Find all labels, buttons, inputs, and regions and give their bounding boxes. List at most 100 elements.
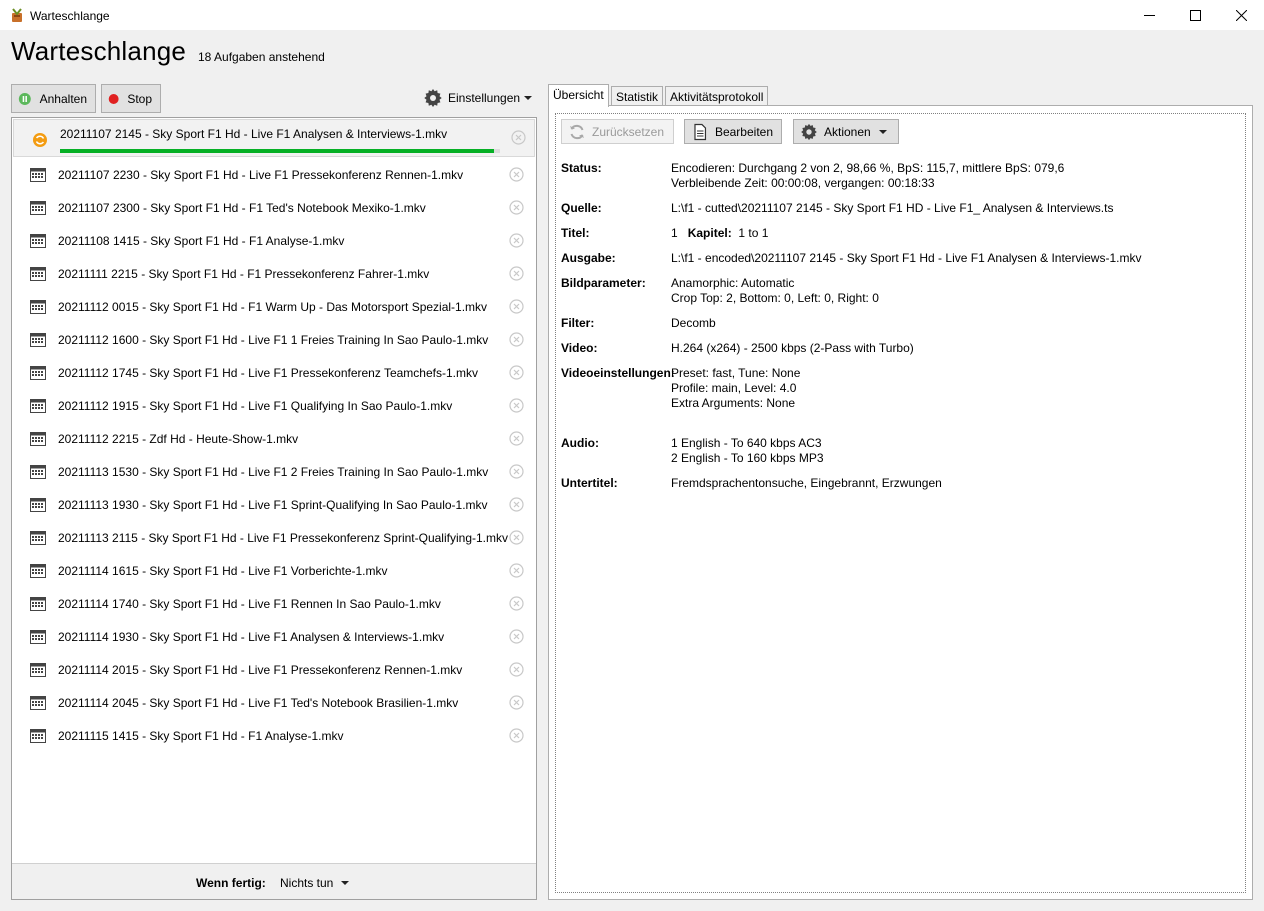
close-icon bbox=[1235, 10, 1247, 21]
queue-item[interactable]: 20211108 1415 - Sky Sport F1 Hd - F1 Ana… bbox=[12, 224, 536, 257]
queue-item-name: 20211113 1530 - Sky Sport F1 Hd - Live F… bbox=[58, 465, 489, 479]
remove-job-icon[interactable] bbox=[509, 398, 524, 413]
waiting-job-icon bbox=[30, 432, 46, 446]
queue-item[interactable]: 20211113 1930 - Sky Sport F1 Hd - Live F… bbox=[12, 488, 536, 521]
filter-value: Decomb bbox=[671, 316, 716, 330]
waiting-job-icon bbox=[30, 267, 46, 281]
queue-item[interactable]: 20211107 2300 - Sky Sport F1 Hd - F1 Ted… bbox=[12, 191, 536, 224]
picture-line-1: Anamorphic: Automatic bbox=[671, 276, 795, 290]
settings-dropdown[interactable]: Einstellungen bbox=[423, 88, 533, 108]
remove-job-icon[interactable] bbox=[509, 299, 524, 314]
subtitle-label: Untertitel: bbox=[561, 476, 618, 490]
waiting-job-icon bbox=[30, 465, 46, 479]
waiting-job-icon bbox=[30, 729, 46, 743]
tab-activity-log[interactable]: Aktivitätsprotokoll bbox=[665, 86, 769, 106]
when-done-dropdown[interactable]: Nichts tun bbox=[280, 876, 350, 890]
remove-job-icon[interactable] bbox=[509, 200, 524, 215]
video-settings-label: Videoeinstellungen: bbox=[561, 366, 675, 380]
status-label: Status: bbox=[561, 161, 602, 175]
queue-item[interactable]: 20211112 0015 - Sky Sport F1 Hd - F1 War… bbox=[12, 290, 536, 323]
waiting-job-icon bbox=[30, 201, 46, 215]
queue-item[interactable]: 20211112 1745 - Sky Sport F1 Hd - Live F… bbox=[12, 356, 536, 389]
remove-job-icon[interactable] bbox=[509, 596, 524, 611]
queue-item[interactable]: 20211115 1415 - Sky Sport F1 Hd - F1 Ana… bbox=[12, 719, 536, 752]
audio-line-2: 2 English - To 160 kbps MP3 bbox=[671, 451, 824, 465]
queue-item-name: 20211112 1915 - Sky Sport F1 Hd - Live F… bbox=[58, 399, 453, 413]
when-done-label: Wenn fertig: bbox=[196, 876, 266, 890]
remove-job-icon[interactable] bbox=[509, 695, 524, 710]
video-settings-line-3: Extra Arguments: None bbox=[671, 396, 796, 410]
remove-job-icon[interactable] bbox=[509, 332, 524, 347]
pause-button[interactable]: Anhalten bbox=[11, 84, 96, 113]
queue-item-name: 20211113 2115 - Sky Sport F1 Hd - Live F… bbox=[58, 531, 508, 545]
remove-job-icon[interactable] bbox=[509, 497, 524, 512]
status-line-1: Encodieren: Durchgang 2 von 2, 98,66 %, … bbox=[671, 161, 1065, 175]
pending-count: 18 Aufgaben anstehend bbox=[198, 50, 325, 64]
chevron-down-icon bbox=[341, 881, 350, 885]
queue-item-name: 20211112 2215 - Zdf Hd - Heute-Show-1.mk… bbox=[58, 432, 299, 446]
queue-item[interactable]: 20211112 1600 - Sky Sport F1 Hd - Live F… bbox=[12, 323, 536, 356]
picture-label: Bildparameter: bbox=[561, 276, 646, 290]
queue-item-name: 20211107 2230 - Sky Sport F1 Hd - Live F… bbox=[58, 168, 464, 182]
queue-item-name: 20211115 1415 - Sky Sport F1 Hd - F1 Ana… bbox=[58, 729, 344, 743]
reset-button[interactable]: Zurücksetzen bbox=[561, 119, 674, 144]
queue-item[interactable]: 20211112 2215 - Zdf Hd - Heute-Show-1.mk… bbox=[12, 422, 536, 455]
page-title: Warteschlange bbox=[11, 36, 187, 66]
queue-item[interactable]: 20211114 2015 - Sky Sport F1 Hd - Live F… bbox=[12, 653, 536, 686]
queue-item[interactable]: 20211114 1740 - Sky Sport F1 Hd - Live F… bbox=[12, 587, 536, 620]
queue-item[interactable]: 20211114 1930 - Sky Sport F1 Hd - Live F… bbox=[12, 620, 536, 653]
queue-list[interactable]: 20211107 2145 - Sky Sport F1 Hd - Live F… bbox=[12, 118, 536, 864]
waiting-job-icon bbox=[30, 366, 46, 380]
remove-job-icon[interactable] bbox=[509, 167, 524, 182]
queue-item-name: 20211107 2300 - Sky Sport F1 Hd - F1 Ted… bbox=[58, 201, 426, 215]
queue-item[interactable]: 20211107 2230 - Sky Sport F1 Hd - Live F… bbox=[12, 158, 536, 191]
actions-dropdown-button[interactable]: Aktionen bbox=[793, 119, 899, 144]
remove-job-icon[interactable] bbox=[509, 530, 524, 545]
remove-job-icon[interactable] bbox=[509, 365, 524, 380]
actions-label: Aktionen bbox=[824, 124, 871, 139]
queue-footer: Wenn fertig: Nichts tun bbox=[12, 863, 536, 899]
encoding-progress-bar bbox=[60, 149, 500, 153]
queue-item[interactable]: 20211114 2045 - Sky Sport F1 Hd - Live F… bbox=[12, 686, 536, 719]
remove-job-icon[interactable] bbox=[509, 563, 524, 578]
remove-job-icon[interactable] bbox=[509, 464, 524, 479]
queue-item-name: 20211112 1600 - Sky Sport F1 Hd - Live F… bbox=[58, 333, 489, 347]
maximize-icon bbox=[1189, 10, 1201, 21]
remove-job-icon[interactable] bbox=[509, 662, 524, 677]
remove-job-icon[interactable] bbox=[509, 728, 524, 743]
minimize-button[interactable] bbox=[1126, 0, 1172, 31]
title-label: Titel: bbox=[561, 226, 590, 240]
queue-item[interactable]: 20211107 2145 - Sky Sport F1 Hd - Live F… bbox=[13, 119, 535, 157]
tab-overview[interactable]: Übersicht bbox=[548, 84, 609, 107]
remove-job-icon[interactable] bbox=[509, 629, 524, 644]
waiting-job-icon bbox=[30, 597, 46, 611]
remove-job-icon[interactable] bbox=[509, 431, 524, 446]
handbrake-app-icon bbox=[12, 8, 22, 22]
waiting-job-icon bbox=[30, 564, 46, 578]
close-window-button[interactable] bbox=[1218, 0, 1264, 31]
maximize-button[interactable] bbox=[1172, 0, 1218, 31]
video-label: Video: bbox=[561, 341, 598, 355]
chapter-label: Kapitel: bbox=[687, 226, 732, 240]
waiting-job-icon bbox=[30, 399, 46, 413]
edit-button[interactable]: Bearbeiten bbox=[684, 119, 782, 144]
remove-job-icon[interactable] bbox=[509, 266, 524, 281]
refresh-icon bbox=[570, 124, 584, 139]
queue-item[interactable]: 20211114 1615 - Sky Sport F1 Hd - Live F… bbox=[12, 554, 536, 587]
gear-icon bbox=[801, 123, 817, 140]
stop-button[interactable]: Stop bbox=[101, 84, 161, 113]
remove-job-icon[interactable] bbox=[511, 130, 526, 145]
waiting-job-icon bbox=[30, 168, 46, 182]
queue-item[interactable]: 20211113 2115 - Sky Sport F1 Hd - Live F… bbox=[12, 521, 536, 554]
queue-item[interactable]: 20211112 1915 - Sky Sport F1 Hd - Live F… bbox=[12, 389, 536, 422]
tab-statistics[interactable]: Statistik bbox=[611, 86, 664, 106]
queue-item[interactable]: 20211113 1530 - Sky Sport F1 Hd - Live F… bbox=[12, 455, 536, 488]
when-done-value: Nichts tun bbox=[280, 876, 334, 890]
queue-item-name: 20211114 2015 - Sky Sport F1 Hd - Live F… bbox=[58, 663, 463, 677]
video-settings-line-1: Preset: fast, Tune: None bbox=[671, 366, 801, 380]
remove-job-icon[interactable] bbox=[509, 233, 524, 248]
edit-label: Bearbeiten bbox=[714, 124, 773, 139]
queue-item-name: 20211112 1745 - Sky Sport F1 Hd - Live F… bbox=[58, 366, 478, 380]
queue-item[interactable]: 20211111 2215 - Sky Sport F1 Hd - F1 Pre… bbox=[12, 257, 536, 290]
picture-line-2: Crop Top: 2, Bottom: 0, Left: 0, Right: … bbox=[671, 291, 879, 305]
